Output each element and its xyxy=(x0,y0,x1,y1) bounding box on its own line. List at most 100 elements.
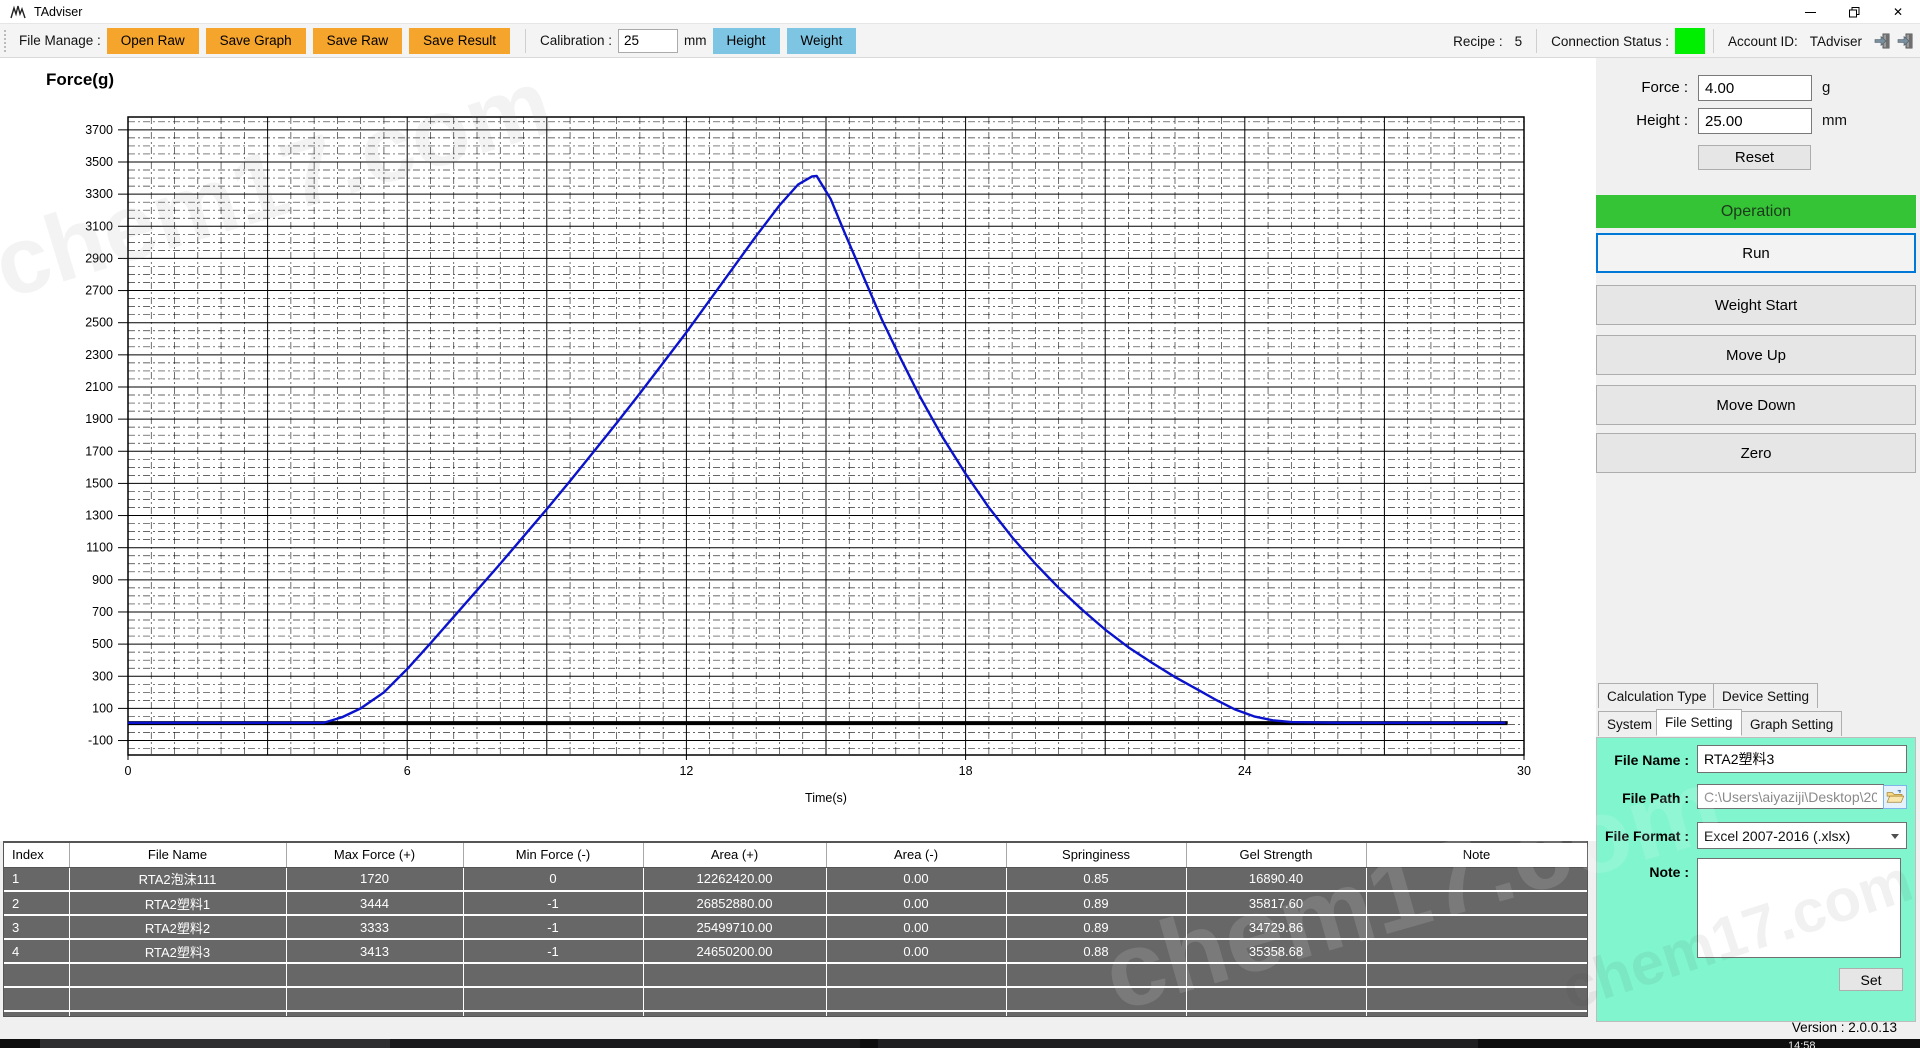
save-raw-button[interactable]: Save Raw xyxy=(313,28,403,54)
set-button[interactable]: Set xyxy=(1839,968,1903,991)
table-cell: 1 xyxy=(4,867,69,891)
tab-device-setting[interactable]: Device Setting xyxy=(1713,683,1818,708)
browse-folder-button[interactable] xyxy=(1883,785,1907,809)
table-cell: 0 xyxy=(463,867,643,891)
svg-text:6: 6 xyxy=(404,764,411,778)
table-cell xyxy=(286,963,463,987)
svg-text:500: 500 xyxy=(92,637,113,651)
recipe-value: 5 xyxy=(1515,34,1523,49)
svg-text:1700: 1700 xyxy=(85,444,113,458)
note-textarea[interactable] xyxy=(1697,858,1901,958)
file-name-label: File Name : xyxy=(1597,752,1689,768)
svg-text:2700: 2700 xyxy=(85,284,113,298)
file-path-input[interactable] xyxy=(1697,784,1884,809)
table-row[interactable] xyxy=(4,1011,1587,1017)
minimize-button[interactable] xyxy=(1788,0,1832,24)
column-header: Note xyxy=(1366,843,1587,867)
zero-button[interactable]: Zero xyxy=(1596,433,1916,473)
force-unit-label: g xyxy=(1822,79,1830,96)
taskbar-segment xyxy=(40,1039,390,1048)
table-cell xyxy=(1366,939,1587,963)
svg-text:1100: 1100 xyxy=(86,541,113,555)
table-cell xyxy=(1006,1011,1186,1017)
table-cell xyxy=(463,987,643,1011)
table-row[interactable]: 2RTA2塑料13444-126852880.000.000.8935817.6… xyxy=(4,891,1587,915)
tab-system[interactable]: System xyxy=(1598,711,1661,736)
close-button[interactable]: ✕ xyxy=(1876,0,1920,24)
toolbar: File Manage : Open Raw Save Graph Save R… xyxy=(0,24,1920,58)
svg-text:2300: 2300 xyxy=(85,348,113,362)
table-cell: 0.00 xyxy=(826,867,1006,891)
calibration-input[interactable] xyxy=(618,29,678,53)
tab-file-setting[interactable]: File Setting xyxy=(1656,709,1742,736)
svg-text:-100: -100 xyxy=(88,734,113,748)
table-cell: 16890.40 xyxy=(1186,867,1366,891)
table-row[interactable] xyxy=(4,987,1587,1011)
tab-calculation-type[interactable]: Calculation Type xyxy=(1598,683,1716,708)
force-input[interactable] xyxy=(1698,75,1812,101)
reset-button[interactable]: Reset xyxy=(1698,145,1811,170)
table-row[interactable] xyxy=(4,963,1587,987)
run-button[interactable]: Run xyxy=(1596,233,1916,273)
table-cell xyxy=(643,1011,826,1017)
move-up-button[interactable]: Move Up xyxy=(1596,335,1916,375)
column-header: File Name xyxy=(69,843,286,867)
connection-status-label: Connection Status : xyxy=(1551,34,1669,49)
table-cell xyxy=(1366,867,1587,891)
taskbar-segment xyxy=(390,1039,860,1048)
restore-icon xyxy=(1849,7,1860,18)
table-cell: 1720 xyxy=(286,867,463,891)
svg-text:1500: 1500 xyxy=(85,476,113,490)
toolbar-grip xyxy=(3,30,7,52)
table-cell: 3333 xyxy=(286,915,463,939)
svg-text:30: 30 xyxy=(1517,764,1531,778)
calibration-label: Calibration : xyxy=(540,33,612,48)
table-cell xyxy=(643,987,826,1011)
svg-text:3700: 3700 xyxy=(85,123,113,137)
table-cell: RTA2塑料2 xyxy=(69,915,286,939)
table-cell: 26852880.00 xyxy=(643,891,826,915)
file-format-value: Excel 2007-2016 (.xlsx) xyxy=(1704,828,1850,844)
weight-button[interactable]: Weight xyxy=(787,28,857,54)
chart-area: Force(g) -100100300500700900110013001500… xyxy=(0,58,1596,841)
right-panel: Force : g Height : mm Reset Operation Ru… xyxy=(1596,58,1920,1040)
table-cell: 35358.68 xyxy=(1186,939,1366,963)
file-format-select[interactable]: Excel 2007-2016 (.xlsx) xyxy=(1697,822,1907,849)
results-table: IndexFile NameMax Force (+)Min Force (-)… xyxy=(4,843,1588,1017)
table-row[interactable]: 3RTA2塑料23333-125499710.000.000.8934729.8… xyxy=(4,915,1587,939)
table-row[interactable]: 4RTA2塑料33413-124650200.000.000.8835358.6… xyxy=(4,939,1587,963)
svg-text:2900: 2900 xyxy=(85,251,113,265)
table-cell xyxy=(463,1011,643,1017)
svg-text:1300: 1300 xyxy=(85,509,113,523)
table-row[interactable]: 1RTA2泡沫1111720012262420.000.000.8516890.… xyxy=(4,867,1587,891)
login-icon[interactable] xyxy=(1874,33,1891,49)
table-cell: 2 xyxy=(4,891,69,915)
table-cell: 0.88 xyxy=(1006,939,1186,963)
tab-graph-setting[interactable]: Graph Setting xyxy=(1741,711,1842,736)
version-label: Version : 2.0.0.13 xyxy=(0,1020,1897,1035)
weight-start-button[interactable]: Weight Start xyxy=(1596,285,1916,325)
table-cell: 0.00 xyxy=(826,915,1006,939)
move-down-button[interactable]: Move Down xyxy=(1596,385,1916,425)
save-graph-button[interactable]: Save Graph xyxy=(206,28,306,54)
table-cell: 24650200.00 xyxy=(643,939,826,963)
table-cell: 4 xyxy=(4,939,69,963)
table-header-row: IndexFile NameMax Force (+)Min Force (-)… xyxy=(4,843,1587,867)
table-cell xyxy=(826,987,1006,1011)
restore-button[interactable] xyxy=(1832,0,1876,24)
table-cell: 3 xyxy=(4,915,69,939)
svg-text:18: 18 xyxy=(959,764,973,778)
open-raw-button[interactable]: Open Raw xyxy=(107,28,199,54)
save-result-button[interactable]: Save Result xyxy=(409,28,510,54)
calibration-unit-label: mm xyxy=(684,33,707,48)
height-input[interactable] xyxy=(1698,108,1812,134)
logout-icon[interactable] xyxy=(1897,33,1914,49)
height-button[interactable]: Height xyxy=(713,28,780,54)
table-cell xyxy=(1366,891,1587,915)
file-name-input[interactable] xyxy=(1697,745,1907,773)
table-cell xyxy=(1186,987,1366,1011)
table-cell xyxy=(4,987,69,1011)
table-cell: RTA2塑料3 xyxy=(69,939,286,963)
table-cell: 0.00 xyxy=(826,939,1006,963)
height-unit-label: mm xyxy=(1822,112,1847,129)
